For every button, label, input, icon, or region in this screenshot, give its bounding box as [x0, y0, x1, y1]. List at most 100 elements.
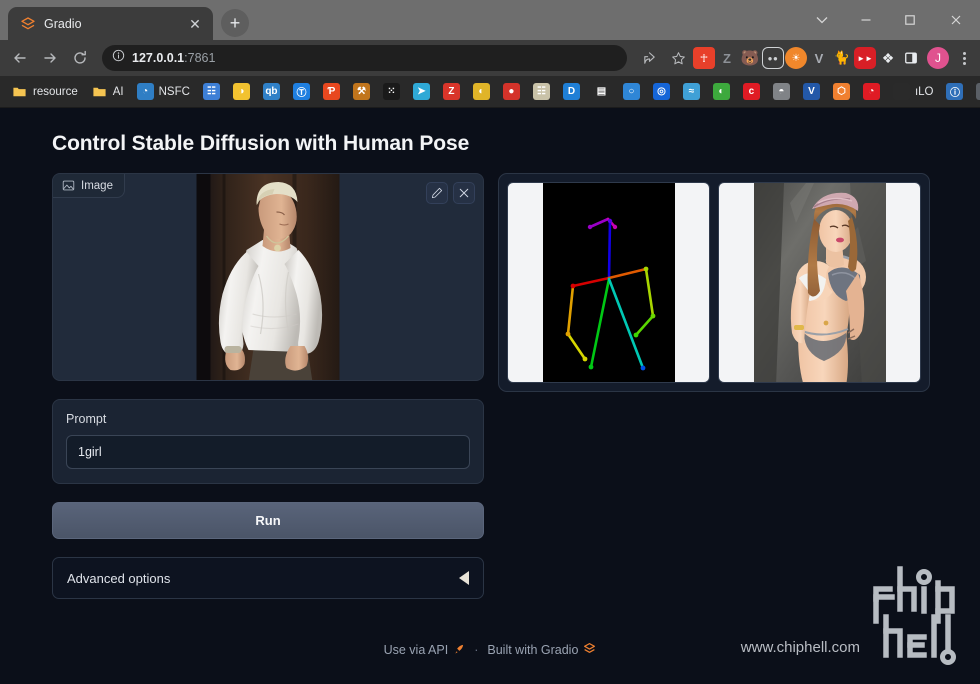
- minimize-button[interactable]: [844, 0, 888, 40]
- back-arrow-icon[interactable]: [6, 44, 34, 72]
- bear-icon: ◑: [232, 83, 250, 100]
- new-tab-button[interactable]: +: [221, 9, 249, 37]
- profile-avatar[interactable]: J: [927, 47, 949, 69]
- bookmark-site-1[interactable]: ☷: [198, 80, 225, 103]
- toolbar-icons: ☥ Z 🐻 ●● ☀ V 🐈 ►► ❖ J: [635, 44, 974, 72]
- green-leaf-icon: ◐: [712, 83, 730, 100]
- bookmark-site-6[interactable]: ⁙: [378, 80, 405, 103]
- red-tag-icon: ◔: [862, 83, 880, 100]
- bookmark-site-20[interactable]: V: [798, 80, 825, 103]
- use-via-api-label: Use via API: [383, 643, 449, 657]
- bookmark-site-16[interactable]: ≈: [678, 80, 705, 103]
- d-icon: D: [562, 83, 580, 100]
- close-window-button[interactable]: [932, 0, 980, 40]
- caret-left-icon[interactable]: [459, 571, 469, 585]
- bookmark-site-17[interactable]: ◐: [708, 80, 735, 103]
- bookmark-site-24[interactable]: ⓘ: [941, 80, 968, 103]
- bookmark-site-15[interactable]: ◎: [648, 80, 675, 103]
- chiphell-logo-icon: [870, 559, 962, 670]
- bookmark-nsfc[interactable]: ◔ NSFC: [132, 80, 195, 103]
- bookmarks-bar: resource AI ◔ NSFC ☷ ◑ qb Ⓣ Ƥ ⚒ ⁙ ➤ Z ◐ ● ☷ D ▤ ○ ◎ ≈ ◐ c ◓ V ⬡ ◔ ı…: [0, 76, 980, 108]
- browser-tab-gradio[interactable]: Gradio ✕: [8, 7, 213, 40]
- image-icon: [62, 179, 75, 192]
- use-via-api-link[interactable]: Use via API: [384, 643, 466, 658]
- bird-icon: ➤: [412, 83, 430, 100]
- bookmark-site-7[interactable]: ➤: [408, 80, 435, 103]
- maximize-button[interactable]: [888, 0, 932, 40]
- image-input-badge: Image: [53, 174, 125, 198]
- image-input-panel[interactable]: Image: [52, 173, 484, 381]
- bookmark-site-21[interactable]: ⬡: [828, 80, 855, 103]
- ring-icon: ○: [622, 83, 640, 100]
- bookmark-site-4[interactable]: Ƥ: [318, 80, 345, 103]
- run-button[interactable]: Run: [52, 502, 484, 539]
- page-title: Control Stable Diffusion with Human Pose: [52, 132, 470, 155]
- folder-icon: [91, 83, 108, 100]
- close-icon[interactable]: ✕: [185, 14, 205, 34]
- bookmark-ai[interactable]: AI: [86, 80, 129, 103]
- extension-video-downloader[interactable]: ►►: [854, 47, 876, 69]
- bookmark-site-23[interactable]: ıLO: [888, 80, 939, 103]
- output-gallery: [498, 173, 930, 392]
- bookmark-site-12[interactable]: D: [558, 80, 585, 103]
- bookmark-site-13[interactable]: ▤: [588, 80, 615, 103]
- gallery-item-result[interactable]: [718, 182, 921, 383]
- info-circle-icon[interactable]: [112, 49, 125, 67]
- prompt-label: Prompt: [66, 412, 107, 426]
- bookmark-site-10[interactable]: ●: [498, 80, 525, 103]
- image-input-badge-label: Image: [81, 179, 113, 192]
- image-input-preview: [196, 174, 340, 380]
- tab-search-button[interactable]: [800, 0, 844, 40]
- advanced-options-label: Advanced options: [67, 570, 171, 586]
- extension-sidebar[interactable]: [900, 47, 922, 69]
- extension-bitwarden[interactable]: ●●: [762, 47, 784, 69]
- address-bar[interactable]: 127.0.0.1:7861: [102, 45, 627, 71]
- built-with-gradio-link[interactable]: Built with Gradio: [487, 642, 596, 658]
- window-controls: [800, 0, 980, 40]
- gradio-app: Control Stable Diffusion with Human Pose: [0, 108, 980, 599]
- advanced-options-accordion[interactable]: Advanced options: [52, 557, 484, 599]
- extension-zotero[interactable]: Z: [716, 47, 738, 69]
- ilo-icon: [892, 83, 910, 100]
- leaf-icon: ◐: [472, 83, 490, 100]
- film-icon: ☷: [202, 83, 220, 100]
- pose-skeleton-image: [542, 183, 675, 382]
- forward-arrow-icon[interactable]: [36, 44, 64, 72]
- extension-puzzle[interactable]: ❖: [877, 47, 899, 69]
- bookmark-site-8[interactable]: Z: [438, 80, 465, 103]
- bookmark-site-22[interactable]: ◔: [858, 80, 885, 103]
- bookmark-site-18[interactable]: c: [738, 80, 765, 103]
- bookmark-site-9[interactable]: ◐: [468, 80, 495, 103]
- bookmark-site-5[interactable]: ⚒: [348, 80, 375, 103]
- browser-window: Gradio ✕ + 127.0.0.1:7861 ☥ Z 🐻 ●● ☀ V 🐈…: [0, 0, 980, 684]
- gradio-logo-icon: [20, 16, 36, 32]
- share-icon[interactable]: [635, 44, 663, 72]
- bookmark-site-19[interactable]: ◓: [768, 80, 795, 103]
- kebab-menu-icon[interactable]: [954, 51, 974, 65]
- bookmark-resource[interactable]: resource: [6, 80, 83, 103]
- close-icon[interactable]: [453, 182, 475, 204]
- gallery-item-pose[interactable]: [507, 182, 710, 383]
- extension-firefox-relay[interactable]: 🐻: [739, 47, 761, 69]
- c-icon: c: [742, 83, 760, 100]
- image-input-actions: [426, 182, 475, 204]
- star-icon[interactable]: [664, 44, 692, 72]
- extension-vimium[interactable]: V: [808, 47, 830, 69]
- bookmark-site-25[interactable]: 日: [971, 80, 980, 103]
- extension-tampermonkey[interactable]: 🐈: [831, 47, 853, 69]
- tab-title: Gradio: [44, 16, 82, 31]
- bookmark-site-2[interactable]: ◑: [228, 80, 255, 103]
- bookmark-site-11[interactable]: ☷: [528, 80, 555, 103]
- bookmark-site-14[interactable]: ○: [618, 80, 645, 103]
- bookmark-site-3[interactable]: Ⓣ: [288, 80, 315, 103]
- prompt-panel: Prompt 1girl: [52, 399, 484, 484]
- pencil-icon[interactable]: [426, 182, 448, 204]
- hammer-icon: ⚒: [352, 83, 370, 100]
- built-with-gradio-label: Built with Gradio: [487, 643, 579, 657]
- extension-metamask[interactable]: ☥: [693, 47, 715, 69]
- prompt-input[interactable]: 1girl: [66, 435, 470, 469]
- generated-result-image: [753, 183, 886, 382]
- extension-adblock[interactable]: ☀: [785, 47, 807, 69]
- reload-icon[interactable]: [66, 44, 94, 72]
- bookmark-qbittorrent[interactable]: qb: [258, 80, 285, 103]
